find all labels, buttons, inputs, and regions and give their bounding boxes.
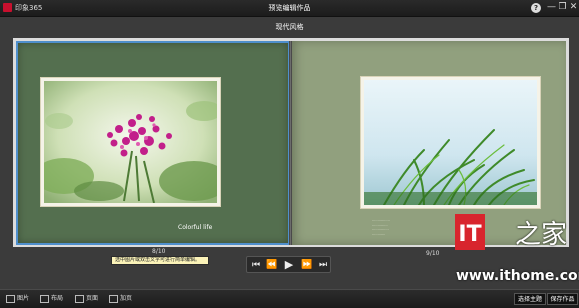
play-icon[interactable]: ▶ bbox=[283, 259, 295, 271]
theme-title: 现代风格 bbox=[275, 23, 304, 31]
layout-tool[interactable]: 布局 bbox=[40, 294, 63, 304]
ithome-logo: IT bbox=[455, 214, 485, 250]
pages-tool[interactable]: 页面 bbox=[75, 294, 98, 304]
page-navigation-controls: ⏮ ⏪ ▶ ⏩ ⏭ bbox=[246, 256, 331, 273]
purple-flowers-photo[interactable] bbox=[40, 77, 221, 207]
watermark-url: www.ithome.com bbox=[456, 268, 579, 284]
right-page-number: 9/10 bbox=[426, 250, 440, 257]
caption-line: ················ bbox=[372, 219, 390, 223]
edit-hint: 选中图片或双击文字可进行简单编辑。 bbox=[111, 256, 209, 265]
previous-page-icon[interactable]: ⏪ bbox=[266, 259, 278, 271]
left-page-number: 8/10 bbox=[152, 248, 166, 255]
bottom-toolbar: 图片 布局 页面 加页 选择主题 保存作品 bbox=[0, 289, 579, 308]
watermark-brand: 之家 bbox=[515, 220, 568, 250]
layout-tool-label: 布局 bbox=[51, 295, 64, 302]
title-bar: 印象365 预览编辑作品 ? — ❐ ✕ bbox=[0, 0, 579, 17]
help-icon[interactable]: ? bbox=[531, 3, 541, 13]
left-page-caption[interactable]: Colorful life bbox=[178, 224, 212, 231]
green-grass-photo[interactable] bbox=[360, 76, 541, 209]
add-pages-tool-label: 加页 bbox=[120, 295, 133, 302]
image-icon bbox=[6, 294, 15, 303]
next-page-icon[interactable]: ⏩ bbox=[301, 259, 313, 271]
choose-theme-button[interactable]: 选择主题 bbox=[514, 293, 546, 305]
pages-tool-label: 页面 bbox=[86, 295, 99, 302]
right-page-caption[interactable]: ················ ·············· ········… bbox=[372, 219, 390, 237]
first-page-icon[interactable]: ⏮ bbox=[250, 259, 262, 271]
save-work-button[interactable]: 保存作品 bbox=[547, 293, 578, 305]
layout-icon bbox=[40, 294, 49, 303]
page-icon bbox=[75, 294, 84, 303]
ithome-logo-text: IT bbox=[458, 222, 481, 247]
last-page-icon[interactable]: ⏭ bbox=[317, 259, 329, 271]
caption-line: ············ bbox=[372, 232, 386, 237]
add-pages-tool[interactable]: 加页 bbox=[109, 294, 132, 304]
caption-line: ··············· bbox=[372, 228, 389, 232]
add-page-icon bbox=[109, 294, 118, 303]
close-icon[interactable]: ✕ bbox=[568, 2, 579, 13]
album-spine bbox=[289, 41, 292, 245]
restore-icon[interactable]: ❐ bbox=[557, 2, 568, 13]
window-title: 预览编辑作品 bbox=[268, 4, 311, 12]
photos-tool-label: 图片 bbox=[17, 295, 30, 302]
minimize-icon[interactable]: — bbox=[546, 2, 557, 13]
photos-tool[interactable]: 图片 bbox=[6, 294, 29, 304]
